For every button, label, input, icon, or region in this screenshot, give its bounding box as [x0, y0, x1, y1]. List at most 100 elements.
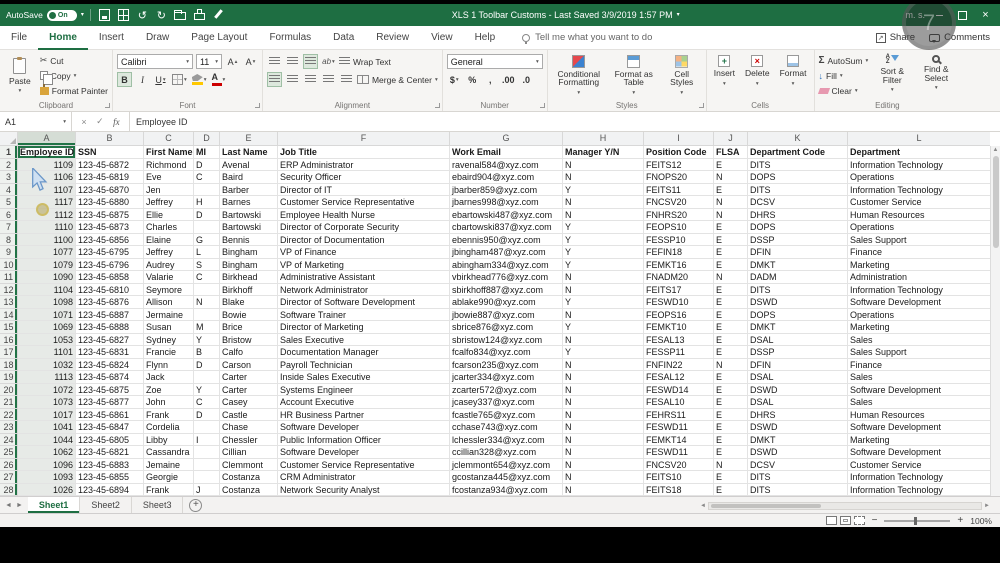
cell-E11[interactable]: Birkhead	[220, 271, 278, 284]
cell-H8[interactable]: Y	[563, 234, 644, 247]
cell-H12[interactable]: N	[563, 284, 644, 297]
row-header-5[interactable]: 5	[0, 196, 18, 209]
cell-H13[interactable]: Y	[563, 296, 644, 309]
cell-H19[interactable]: N	[563, 371, 644, 384]
cell-A3[interactable]: 1106	[18, 171, 76, 184]
cell-E21[interactable]: Casey	[220, 396, 278, 409]
cell-I19[interactable]: FESAL12	[644, 371, 714, 384]
cell-D27[interactable]	[194, 471, 220, 484]
cell-G20[interactable]: zcarter572@xyz.com	[450, 384, 563, 397]
format-as-table-button[interactable]: Format as Table ▾	[610, 54, 658, 98]
cell-C16[interactable]: Sydney	[144, 334, 194, 347]
insert-cells-button[interactable]: + Insert ▾	[711, 54, 738, 98]
cell-D28[interactable]: J	[194, 484, 220, 497]
top-align-button[interactable]	[267, 54, 282, 69]
cell-H22[interactable]: N	[563, 409, 644, 422]
cell-K23[interactable]: DSWD	[748, 421, 848, 434]
cell-F3[interactable]: Security Officer	[278, 171, 450, 184]
vertical-scrollbar-thumb[interactable]	[993, 156, 999, 248]
cell-L15[interactable]: Marketing	[848, 321, 990, 334]
cell-H1[interactable]: Manager Y/N	[563, 146, 644, 159]
find-select-button[interactable]: Find & Select ▾	[916, 54, 956, 98]
row-header-16[interactable]: 16	[0, 334, 18, 347]
cell-H27[interactable]: N	[563, 471, 644, 484]
cell-G11[interactable]: vbirkhead776@xyz.com	[450, 271, 563, 284]
tab-file[interactable]: File	[0, 26, 38, 50]
cell-B3[interactable]: 123-45-6819	[76, 171, 144, 184]
cell-H18[interactable]: N	[563, 359, 644, 372]
cell-D19[interactable]	[194, 371, 220, 384]
cell-E3[interactable]: Baird	[220, 171, 278, 184]
new-sheet-button[interactable]: +	[189, 499, 202, 512]
cell-F2[interactable]: ERP Administrator	[278, 159, 450, 172]
cell-J26[interactable]: N	[714, 459, 748, 472]
increase-indent-button[interactable]	[339, 72, 354, 87]
decrease-indent-button[interactable]	[321, 72, 336, 87]
cell-H26[interactable]: N	[563, 459, 644, 472]
cell-A15[interactable]: 1069	[18, 321, 76, 334]
tab-help[interactable]: Help	[464, 26, 507, 50]
column-header-B[interactable]: B	[76, 132, 144, 146]
cell-H10[interactable]: Y	[563, 259, 644, 272]
cell-E7[interactable]: Bartowski	[220, 221, 278, 234]
row-header-15[interactable]: 15	[0, 321, 18, 334]
tab-data[interactable]: Data	[322, 26, 365, 50]
row-header-20[interactable]: 20	[0, 384, 18, 397]
clipboard-dialog-launcher-icon[interactable]	[105, 103, 110, 108]
tab-insert[interactable]: Insert	[88, 26, 135, 50]
cell-B7[interactable]: 123-45-6873	[76, 221, 144, 234]
sort-filter-button[interactable]: AZ Sort & Filter ▾	[872, 54, 912, 98]
column-header-D[interactable]: D	[194, 132, 220, 146]
cell-K25[interactable]: DSWD	[748, 446, 848, 459]
cell-B20[interactable]: 123-45-6875	[76, 384, 144, 397]
cell-I22[interactable]: FEHRS11	[644, 409, 714, 422]
cell-F16[interactable]: Sales Executive	[278, 334, 450, 347]
cell-D15[interactable]: M	[194, 321, 220, 334]
cell-F1[interactable]: Job Title	[278, 146, 450, 159]
cell-J12[interactable]: E	[714, 284, 748, 297]
cell-G26[interactable]: jclemmont654@xyz.com	[450, 459, 563, 472]
cell-F19[interactable]: Inside Sales Executive	[278, 371, 450, 384]
cell-K1[interactable]: Department Code	[748, 146, 848, 159]
cell-L12[interactable]: Information Technology	[848, 284, 990, 297]
name-box[interactable]: A1 ▾	[0, 112, 72, 131]
cell-H28[interactable]: N	[563, 484, 644, 497]
cell-I9[interactable]: FEFIN18	[644, 246, 714, 259]
cell-B19[interactable]: 123-45-6874	[76, 371, 144, 384]
styles-dialog-launcher-icon[interactable]	[699, 103, 704, 108]
cell-L13[interactable]: Software Development	[848, 296, 990, 309]
cell-J21[interactable]: E	[714, 396, 748, 409]
cell-I26[interactable]: FNCSV20	[644, 459, 714, 472]
cell-J22[interactable]: E	[714, 409, 748, 422]
column-header-J[interactable]: J	[714, 132, 748, 146]
cell-D9[interactable]: L	[194, 246, 220, 259]
cell-L7[interactable]: Operations	[848, 221, 990, 234]
redo-icon[interactable]	[154, 8, 169, 22]
scroll-right-icon[interactable]: ►	[984, 503, 990, 509]
row-header-8[interactable]: 8	[0, 234, 18, 247]
share-button[interactable]: ↗ Share	[876, 32, 915, 43]
cell-styles-button[interactable]: Cell Styles ▾	[662, 54, 702, 98]
cell-G21[interactable]: jcasey337@xyz.com	[450, 396, 563, 409]
cell-C22[interactable]: Frank	[144, 409, 194, 422]
row-header-9[interactable]: 9	[0, 246, 18, 259]
cell-L9[interactable]: Finance	[848, 246, 990, 259]
row-header-2[interactable]: 2	[0, 159, 18, 172]
cell-K13[interactable]: DSWD	[748, 296, 848, 309]
cell-J7[interactable]: E	[714, 221, 748, 234]
cell-F21[interactable]: Account Executive	[278, 396, 450, 409]
cell-I7[interactable]: FEOPS10	[644, 221, 714, 234]
align-center-button[interactable]	[285, 72, 300, 87]
cell-C24[interactable]: Libby	[144, 434, 194, 447]
cell-G27[interactable]: gcostanza445@xyz.com	[450, 471, 563, 484]
cell-I2[interactable]: FEITS12	[644, 159, 714, 172]
cell-C8[interactable]: Elaine	[144, 234, 194, 247]
cell-A19[interactable]: 1113	[18, 371, 76, 384]
cell-C25[interactable]: Cassandra	[144, 446, 194, 459]
cell-K24[interactable]: DMKT	[748, 434, 848, 447]
cell-J2[interactable]: E	[714, 159, 748, 172]
cell-L28[interactable]: Information Technology	[848, 484, 990, 497]
cell-J13[interactable]: E	[714, 296, 748, 309]
underline-button[interactable]: U▾	[153, 72, 168, 87]
cell-I24[interactable]: FEMKT14	[644, 434, 714, 447]
